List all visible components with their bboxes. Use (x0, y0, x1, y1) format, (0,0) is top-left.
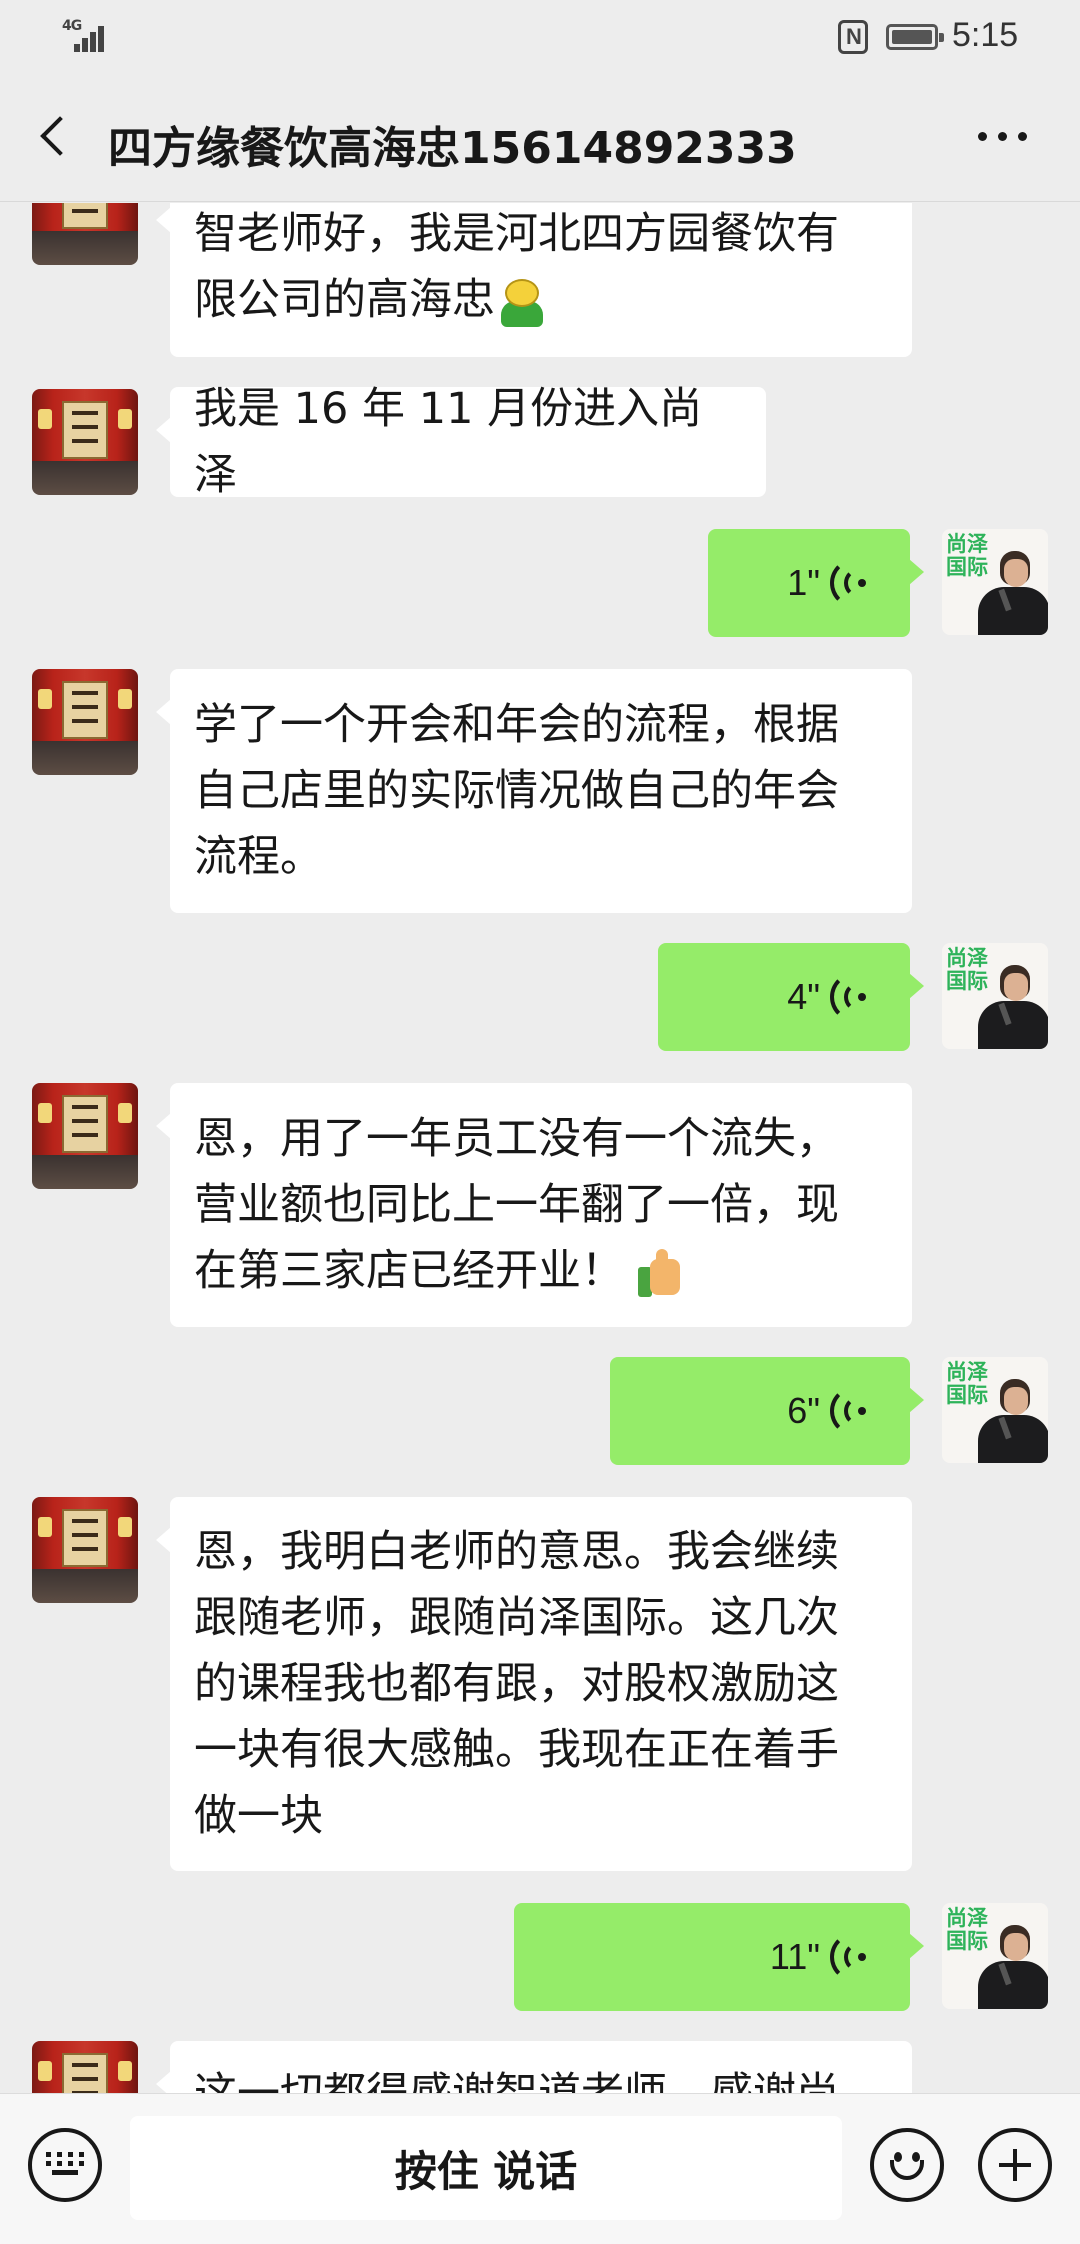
voice-duration: 11" (769, 1936, 820, 1977)
message-line: 流程。 (194, 832, 323, 882)
chat-title: 四方缘餐饮高海忠15614892333 (108, 123, 797, 174)
self-avatar[interactable]: 尚泽国际 (942, 1903, 1048, 2009)
signal-icon: 4G (62, 18, 118, 52)
brand-logo-text: 尚泽国际 (946, 946, 988, 993)
message-line: 跟随老师，跟随尚泽国际。这几次 (194, 1593, 839, 1643)
network-type: 4G (62, 18, 82, 34)
message-bubble[interactable]: 恩，我明白老师的意思。我会继续 跟随老师，跟随尚泽国际。这几次 的课程我也都有跟… (156, 1497, 912, 1871)
voice-wave-icon (830, 558, 868, 608)
message-line: 恩，我明白老师的意思。我会继续 (194, 1527, 839, 1577)
message-line: 一块有很大感触。我现在正在着手 (194, 1725, 839, 1775)
message-line: 做一块 (194, 1791, 323, 1841)
message-bubble[interactable]: 我是 16 年 11 月份进入尚泽 (156, 384, 766, 500)
battery-icon (886, 24, 944, 50)
self-avatar[interactable]: 尚泽国际 (942, 529, 1048, 635)
chat-header: 四方缘餐饮高海忠15614892333 (0, 72, 1080, 202)
brand-logo-text: 尚泽国际 (946, 532, 988, 579)
message-line: 自己店里的实际情况做自己的年会 (194, 766, 839, 816)
voice-duration: 4" (787, 976, 820, 1017)
message-bubble[interactable]: 智老师好，我是河北四方园餐饮有 限公司的高海忠 (156, 203, 912, 357)
emoji-icon[interactable] (870, 2128, 944, 2202)
contact-avatar[interactable] (32, 389, 138, 495)
message-bubble[interactable]: 学了一个开会和年会的流程，根据 自己店里的实际情况做自己的年会 流程。 (156, 669, 912, 913)
contact-avatar[interactable] (32, 203, 138, 265)
voice-wave-icon (830, 1386, 868, 1436)
input-bar: 按住 说话 (0, 2093, 1080, 2244)
brand-logo-text: 尚泽国际 (946, 1906, 988, 1953)
message-line: 的课程我也都有跟，对股权激励这 (194, 1659, 839, 1709)
voice-wave-icon (830, 1932, 868, 1982)
voice-wave-icon (830, 972, 868, 1022)
message-line: 这一切都得感谢智道老师，感谢尚 (194, 2061, 839, 2093)
message-line: 学了一个开会和年会的流程，根据 (194, 700, 839, 750)
voice-message[interactable]: 4" (658, 943, 924, 1051)
message-line: 在第三家店已经开业！ (194, 1246, 624, 1296)
plus-icon[interactable] (978, 2128, 1052, 2202)
status-bar: 4G 5:15 (0, 0, 1080, 72)
contact-avatar[interactable] (32, 1497, 138, 1603)
contact-avatar[interactable] (32, 1083, 138, 1189)
nfc-icon (838, 20, 868, 54)
hold-to-talk-button[interactable]: 按住 说话 (130, 2116, 842, 2220)
voice-duration: 1" (787, 562, 820, 603)
message-bubble[interactable]: 这一切都得感谢智道老师，感谢尚 (156, 2041, 912, 2093)
brand-logo-text: 尚泽国际 (946, 1360, 988, 1407)
voice-duration: 6" (787, 1390, 820, 1431)
chat-message-list[interactable]: 智老师好，我是河北四方园餐饮有 限公司的高海忠 我是 16 年 11 月份进入尚… (0, 203, 1080, 2093)
smile-emoji-icon (499, 278, 543, 327)
self-avatar[interactable]: 尚泽国际 (942, 943, 1048, 1049)
message-line: 限公司的高海忠 (194, 275, 495, 325)
contact-avatar[interactable] (32, 669, 138, 775)
contact-avatar[interactable] (32, 2041, 138, 2093)
message-line: 我是 16 年 11 月份进入尚泽 (194, 384, 703, 500)
status-time: 5:15 (952, 16, 1019, 54)
keyboard-icon[interactable] (28, 2128, 102, 2202)
message-bubble[interactable]: 恩，用了一年员工没有一个流失， 营业额也同比上一年翻了一倍，现 在第三家店已经开… (156, 1083, 912, 1327)
back-icon[interactable] (30, 110, 84, 164)
thumbs-up-emoji-icon (638, 1248, 682, 1299)
voice-message[interactable]: 6" (610, 1357, 924, 1465)
more-icon[interactable] (968, 116, 1038, 156)
message-line: 智老师好，我是河北四方园餐饮有 (194, 209, 839, 259)
voice-message[interactable]: 1" (708, 529, 924, 637)
voice-message[interactable]: 11" (514, 1903, 924, 2011)
message-line: 营业额也同比上一年翻了一倍，现 (194, 1180, 839, 1230)
self-avatar[interactable]: 尚泽国际 (942, 1357, 1048, 1463)
message-line: 恩，用了一年员工没有一个流失， (194, 1114, 839, 1164)
